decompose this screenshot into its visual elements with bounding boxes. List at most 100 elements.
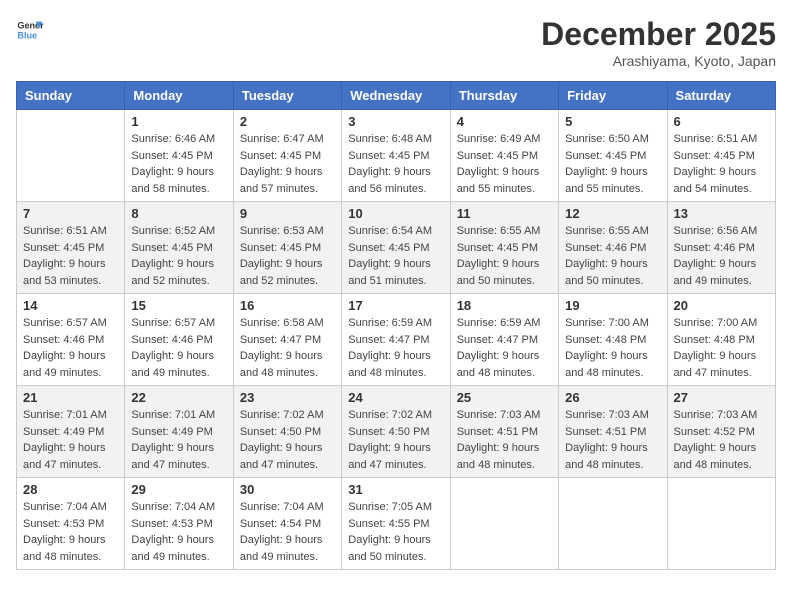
day-number: 17 [348,298,443,313]
location-title: Arashiyama, Kyoto, Japan [541,53,776,69]
calendar-cell [667,478,775,570]
day-info: Sunrise: 6:54 AMSunset: 4:45 PMDaylight:… [348,223,443,289]
day-info: Sunrise: 7:04 AMSunset: 4:53 PMDaylight:… [23,499,118,565]
day-number: 22 [131,390,226,405]
calendar-cell [450,478,558,570]
calendar-cell: 17 Sunrise: 6:59 AMSunset: 4:47 PMDayligh… [342,294,450,386]
day-info: Sunrise: 6:55 AMSunset: 4:45 PMDaylight:… [457,223,552,289]
day-number: 2 [240,114,335,129]
day-number: 31 [348,482,443,497]
logo-icon: General Blue [16,16,44,44]
calendar-cell: 15 Sunrise: 6:57 AMSunset: 4:46 PMDayligh… [125,294,233,386]
day-info: Sunrise: 6:59 AMSunset: 4:47 PMDaylight:… [348,315,443,381]
calendar-cell: 8 Sunrise: 6:52 AMSunset: 4:45 PMDaylight… [125,202,233,294]
calendar-cell [559,478,667,570]
day-number: 29 [131,482,226,497]
calendar-dow-monday: Monday [125,82,233,110]
day-number: 18 [457,298,552,313]
day-info: Sunrise: 6:57 AMSunset: 4:46 PMDaylight:… [23,315,118,381]
day-info: Sunrise: 7:03 AMSunset: 4:52 PMDaylight:… [674,407,769,473]
logo: General Blue [16,16,44,44]
calendar-cell: 10 Sunrise: 6:54 AMSunset: 4:45 PMDayligh… [342,202,450,294]
day-info: Sunrise: 7:03 AMSunset: 4:51 PMDaylight:… [565,407,660,473]
calendar-cell: 2 Sunrise: 6:47 AMSunset: 4:45 PMDaylight… [233,110,341,202]
day-info: Sunrise: 7:01 AMSunset: 4:49 PMDaylight:… [23,407,118,473]
calendar-cell: 13Sunrise: 6:56 AMSunset: 4:46 PMDayligh… [667,202,775,294]
day-number: 11 [457,206,552,221]
calendar-cell: 7 Sunrise: 6:51 AMSunset: 4:45 PMDaylight… [17,202,125,294]
title-block: December 2025 Arashiyama, Kyoto, Japan [541,16,776,69]
calendar-cell: 9 Sunrise: 6:53 AMSunset: 4:45 PMDaylight… [233,202,341,294]
day-number: 19 [565,298,660,313]
calendar-table: SundayMondayTuesdayWednesdayThursdayFrid… [16,81,776,570]
month-title: December 2025 [541,16,776,53]
calendar-cell: 11 Sunrise: 6:55 AMSunset: 4:45 PMDayligh… [450,202,558,294]
day-info: Sunrise: 6:50 AMSunset: 4:45 PMDaylight:… [565,131,660,197]
day-number: 28 [23,482,118,497]
day-info: Sunrise: 6:47 AMSunset: 4:45 PMDaylight:… [240,131,335,197]
calendar-week-row: 1Sunrise: 6:46 AMSunset: 4:45 PMDaylight… [17,110,776,202]
day-number: 10 [348,206,443,221]
day-number: 27 [674,390,769,405]
day-number: 9 [240,206,335,221]
day-info: Sunrise: 6:55 AMSunset: 4:46 PMDaylight:… [565,223,660,289]
day-number: 14 [23,298,118,313]
calendar-dow-sunday: Sunday [17,82,125,110]
day-number: 12 [565,206,660,221]
day-number: 5 [565,114,660,129]
day-info: Sunrise: 6:59 AMSunset: 4:47 PMDaylight:… [457,315,552,381]
calendar-cell: 22Sunrise: 7:01 AMSunset: 4:49 PMDayligh… [125,386,233,478]
calendar-cell: 24Sunrise: 7:02 AMSunset: 4:50 PMDayligh… [342,386,450,478]
day-number: 1 [131,114,226,129]
day-number: 4 [457,114,552,129]
day-info: Sunrise: 7:04 AMSunset: 4:53 PMDaylight:… [131,499,226,565]
day-number: 20 [674,298,769,313]
day-info: Sunrise: 7:03 AMSunset: 4:51 PMDaylight:… [457,407,552,473]
day-info: Sunrise: 6:58 AMSunset: 4:47 PMDaylight:… [240,315,335,381]
day-info: Sunrise: 7:05 AMSunset: 4:55 PMDaylight:… [348,499,443,565]
calendar-dow-saturday: Saturday [667,82,775,110]
page-header: General Blue December 2025 Arashiyama, K… [16,16,776,69]
day-number: 13 [674,206,769,221]
day-number: 25 [457,390,552,405]
day-info: Sunrise: 6:51 AMSunset: 4:45 PMDaylight:… [674,131,769,197]
day-info: Sunrise: 6:57 AMSunset: 4:46 PMDaylight:… [131,315,226,381]
day-number: 8 [131,206,226,221]
calendar-week-row: 14 Sunrise: 6:57 AMSunset: 4:46 PMDayligh… [17,294,776,386]
day-info: Sunrise: 7:00 AMSunset: 4:48 PMDaylight:… [674,315,769,381]
svg-text:Blue: Blue [17,30,37,40]
day-number: 16 [240,298,335,313]
calendar-cell [17,110,125,202]
calendar-cell: 4 Sunrise: 6:49 AMSunset: 4:45 PMDaylight… [450,110,558,202]
calendar-dow-wednesday: Wednesday [342,82,450,110]
calendar-cell: 18 Sunrise: 6:59 AMSunset: 4:47 PMDayligh… [450,294,558,386]
calendar-cell: 3Sunrise: 6:48 AMSunset: 4:45 PMDaylight… [342,110,450,202]
day-info: Sunrise: 6:52 AMSunset: 4:45 PMDaylight:… [131,223,226,289]
day-info: Sunrise: 7:02 AMSunset: 4:50 PMDaylight:… [348,407,443,473]
day-number: 15 [131,298,226,313]
day-info: Sunrise: 6:49 AMSunset: 4:45 PMDaylight:… [457,131,552,197]
calendar-week-row: 28 Sunrise: 7:04 AMSunset: 4:53 PMDayligh… [17,478,776,570]
day-info: Sunrise: 7:00 AMSunset: 4:48 PMDaylight:… [565,315,660,381]
day-number: 7 [23,206,118,221]
calendar-cell: 29 Sunrise: 7:04 AMSunset: 4:53 PMDayligh… [125,478,233,570]
calendar-cell: 23Sunrise: 7:02 AMSunset: 4:50 PMDayligh… [233,386,341,478]
day-number: 26 [565,390,660,405]
calendar-cell: 14 Sunrise: 6:57 AMSunset: 4:46 PMDayligh… [17,294,125,386]
day-number: 23 [240,390,335,405]
calendar-week-row: 21 Sunrise: 7:01 AMSunset: 4:49 PMDayligh… [17,386,776,478]
calendar-cell: 19 Sunrise: 7:00 AMSunset: 4:48 PMDayligh… [559,294,667,386]
calendar-cell: 31 Sunrise: 7:05 AMSunset: 4:55 PMDayligh… [342,478,450,570]
day-info: Sunrise: 6:53 AMSunset: 4:45 PMDaylight:… [240,223,335,289]
calendar-cell: 16 Sunrise: 6:58 AMSunset: 4:47 PMDayligh… [233,294,341,386]
calendar-cell: 12 Sunrise: 6:55 AMSunset: 4:46 PMDayligh… [559,202,667,294]
day-info: Sunrise: 7:04 AMSunset: 4:54 PMDaylight:… [240,499,335,565]
day-number: 30 [240,482,335,497]
day-number: 3 [348,114,443,129]
calendar-cell: 5 Sunrise: 6:50 AMSunset: 4:45 PMDaylight… [559,110,667,202]
day-info: Sunrise: 6:51 AMSunset: 4:45 PMDaylight:… [23,223,118,289]
calendar-cell: 20 Sunrise: 7:00 AMSunset: 4:48 PMDayligh… [667,294,775,386]
day-number: 21 [23,390,118,405]
calendar-dow-tuesday: Tuesday [233,82,341,110]
calendar-week-row: 7 Sunrise: 6:51 AMSunset: 4:45 PMDaylight… [17,202,776,294]
